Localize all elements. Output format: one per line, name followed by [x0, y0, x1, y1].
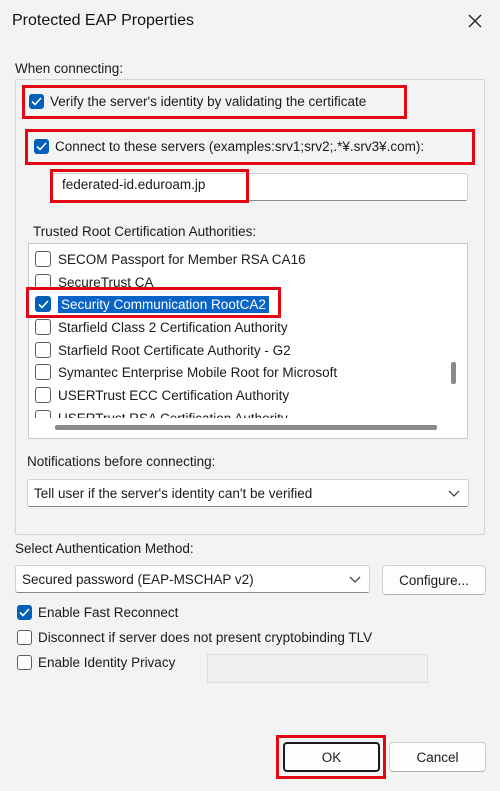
configure-button[interactable]: Configure... [382, 565, 486, 595]
checkbox-box [17, 630, 32, 645]
cancel-button[interactable]: Cancel [389, 742, 486, 772]
auth-method-label: Select Authentication Method: [15, 541, 194, 556]
identity-privacy-input [207, 654, 428, 683]
list-item[interactable]: SECOM Passport for Member RSA CA16 [35, 248, 306, 270]
list-item[interactable]: Starfield Root Certificate Authority - G… [35, 339, 291, 361]
checkbox-box [35, 342, 51, 358]
checkbox-box [35, 364, 51, 380]
checkbox-box [35, 387, 51, 403]
identity-privacy-checkbox[interactable]: Enable Identity Privacy [17, 655, 175, 670]
notifications-dropdown[interactable]: Tell user if the server's identity can't… [27, 479, 469, 507]
window-title: Protected EAP Properties [12, 12, 195, 29]
checkmark-icon [31, 97, 42, 106]
list-item-label: Symantec Enterprise Mobile Root for Micr… [58, 364, 338, 380]
auth-method-value: Secured password (EAP-MSCHAP v2) [22, 571, 254, 587]
checkmark-icon [19, 608, 30, 617]
checkbox-box [29, 94, 44, 109]
list-item-label: Starfield Root Certificate Authority - G… [58, 342, 291, 358]
auth-method-dropdown[interactable]: Secured password (EAP-MSCHAP v2) [15, 565, 370, 593]
list-item-label: Starfield Class 2 Certification Authorit… [58, 319, 288, 335]
close-button[interactable] [462, 7, 488, 35]
checkbox-box [17, 655, 32, 670]
ok-button[interactable]: OK [283, 742, 380, 772]
verify-identity-label: Verify the server's identity by validati… [50, 94, 367, 109]
connect-servers-label: Connect to these servers (examples:srv1;… [55, 139, 425, 154]
cryptobinding-label: Disconnect if server does not present cr… [38, 630, 373, 645]
connect-servers-checkbox[interactable]: Connect to these servers (examples:srv1;… [34, 139, 424, 154]
checkmark-icon [36, 142, 47, 151]
identity-privacy-label: Enable Identity Privacy [38, 655, 176, 670]
when-connecting-label: When connecting: [15, 61, 124, 76]
checkbox-box [35, 319, 51, 335]
horizontal-scrollbar-thumb[interactable] [55, 425, 437, 430]
list-item-label: SECOM Passport for Member RSA CA16 [58, 251, 306, 267]
fast-reconnect-label: Enable Fast Reconnect [38, 605, 179, 620]
trusted-roots-label: Trusted Root Certification Authorities: [33, 224, 257, 239]
checkbox-box [17, 605, 32, 620]
verify-identity-checkbox[interactable]: Verify the server's identity by validati… [29, 94, 366, 109]
cryptobinding-checkbox[interactable]: Disconnect if server does not present cr… [17, 630, 372, 645]
chevron-down-icon [349, 576, 361, 583]
checkbox-box [34, 139, 49, 154]
fast-reconnect-checkbox[interactable]: Enable Fast Reconnect [17, 605, 178, 620]
highlight-selected-ca [26, 287, 281, 318]
trusted-roots-list[interactable]: SECOM Passport for Member RSA CA16 Secur… [28, 243, 468, 439]
close-icon [468, 14, 482, 28]
list-item[interactable]: USERTrust ECC Certification Authority [35, 384, 289, 406]
checkbox-box [35, 251, 51, 267]
chevron-down-icon [448, 490, 460, 497]
list-item[interactable]: Symantec Enterprise Mobile Root for Micr… [35, 361, 337, 383]
servers-input-value: federated-id.eduroam.jp [62, 177, 206, 192]
notifications-label: Notifications before connecting: [27, 454, 216, 469]
vertical-scrollbar-thumb[interactable] [451, 362, 456, 384]
list-item-label: USERTrust ECC Certification Authority [58, 387, 290, 403]
list-item[interactable]: Starfield Class 2 Certification Authorit… [35, 316, 288, 338]
notifications-value: Tell user if the server's identity can't… [34, 485, 313, 501]
